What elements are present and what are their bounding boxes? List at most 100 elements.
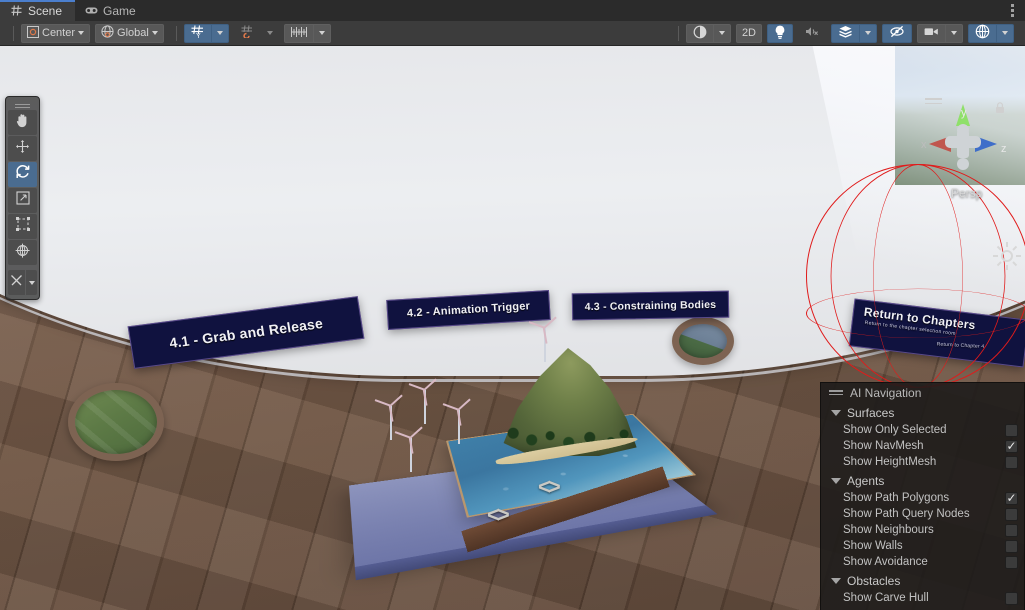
audio-mute-icon xyxy=(805,25,819,41)
grid-visibility-dropdown[interactable] xyxy=(211,23,229,43)
group-label: Obstacles xyxy=(847,574,901,588)
chevron-down-icon xyxy=(78,31,85,35)
hidden-objects-toggle[interactable] xyxy=(882,23,912,43)
triangle-down-icon xyxy=(831,478,841,484)
rotate-icon xyxy=(15,164,31,185)
ai-navigation-overlay[interactable]: AI Navigation Surfaces Show Only Selecte… xyxy=(820,382,1025,610)
ai-navigation-header[interactable]: AI Navigation xyxy=(821,383,1024,402)
item-label: Show Carve Hull xyxy=(843,592,929,604)
svg-text:x: x xyxy=(921,139,927,151)
checkbox[interactable] xyxy=(1005,539,1018,553)
projection-label[interactable]: Persp xyxy=(951,186,982,200)
eye-slash-icon xyxy=(889,25,905,41)
shading-sphere-icon xyxy=(693,25,707,42)
effects-dropdown[interactable] xyxy=(860,23,877,43)
triangle-down-icon xyxy=(831,410,841,416)
chevron-down-icon xyxy=(28,280,35,285)
toolbar-divider xyxy=(175,25,177,41)
item-label: Show Walls xyxy=(843,540,903,552)
padlock-icon[interactable] xyxy=(995,101,1005,119)
checkbox[interactable] xyxy=(1005,555,1018,569)
pivot-mode-button[interactable]: Center xyxy=(21,23,91,43)
item-show-neighbours[interactable]: Show Neighbours xyxy=(821,522,1024,538)
custom-tool[interactable] xyxy=(8,270,26,295)
scene-view-toolbar: Center Global Y 2D xyxy=(0,21,1025,46)
effects-group xyxy=(831,23,877,43)
checkbox[interactable] xyxy=(1005,455,1018,469)
grid-visibility-group: Y xyxy=(183,23,229,43)
rotate-tool[interactable] xyxy=(8,162,37,187)
draw-mode-button[interactable] xyxy=(685,23,714,43)
hand-tool[interactable] xyxy=(8,110,37,135)
wind-turbine xyxy=(409,437,414,472)
lightbulb-icon xyxy=(774,25,786,42)
gizmos-toggle[interactable] xyxy=(968,23,997,43)
snap-increment-dropdown[interactable] xyxy=(313,23,331,43)
drag-handle-icon[interactable] xyxy=(925,98,942,107)
checkbox[interactable] xyxy=(1005,507,1018,521)
sign-label: 4.2 - Animation Trigger xyxy=(406,300,531,320)
grid-visibility-toggle[interactable]: Y xyxy=(183,23,212,43)
rect-transform-icon xyxy=(15,217,30,236)
wind-turbine xyxy=(423,389,428,424)
grid-icon xyxy=(10,4,23,17)
transform-tool[interactable] xyxy=(8,240,37,265)
custom-tool-group xyxy=(8,270,37,295)
tab-game[interactable]: Game xyxy=(75,0,149,21)
group-label: Surfaces xyxy=(847,406,895,420)
grid-snapping-group xyxy=(234,24,279,43)
item-show-walls[interactable]: Show Walls xyxy=(821,538,1024,554)
ai-navigation-title: AI Navigation xyxy=(850,385,922,400)
pivot-rotation-button[interactable]: Global xyxy=(95,23,164,43)
item-show-navmesh[interactable]: Show NavMesh xyxy=(821,438,1024,454)
snap-increment-button[interactable] xyxy=(283,23,314,43)
custom-tool-dropdown[interactable] xyxy=(26,270,37,295)
gizmos-globe-icon xyxy=(975,24,990,42)
wind-turbine xyxy=(389,405,394,440)
item-show-only-selected[interactable]: Show Only Selected xyxy=(821,422,1024,438)
chevron-down-icon xyxy=(266,31,273,35)
scene-camera-group xyxy=(917,23,963,43)
checkbox[interactable] xyxy=(1005,523,1018,537)
scene-audio-toggle[interactable] xyxy=(798,24,826,43)
checkbox[interactable] xyxy=(1005,491,1018,505)
nav-arrow-marker: <> xyxy=(538,474,561,499)
group-obstacles[interactable]: Obstacles xyxy=(821,572,1024,590)
sign-label: 4.1 - Grab and Release xyxy=(168,314,324,351)
scene-lighting-toggle[interactable] xyxy=(767,23,793,43)
drag-handle[interactable] xyxy=(6,100,39,109)
move-tool[interactable] xyxy=(8,136,37,161)
view-2d-toggle[interactable]: 2D xyxy=(735,23,762,43)
item-show-carve-hull[interactable]: Show Carve Hull xyxy=(821,590,1024,606)
grid-snap-dropdown[interactable] xyxy=(262,24,279,43)
scene-fx-toggle[interactable] xyxy=(831,23,860,43)
draw-mode-dropdown[interactable] xyxy=(713,23,731,43)
item-show-avoidance[interactable]: Show Avoidance xyxy=(821,554,1024,570)
item-show-heightmesh[interactable]: Show HeightMesh xyxy=(821,454,1024,470)
chevron-down-icon xyxy=(318,31,325,35)
group-agents[interactable]: Agents xyxy=(821,472,1024,490)
scene-camera-button[interactable] xyxy=(917,23,946,43)
svg-text:y: y xyxy=(961,107,967,119)
group-surfaces[interactable]: Surfaces xyxy=(821,404,1024,422)
kebab-menu-icon[interactable] xyxy=(999,0,1025,21)
item-show-path-polygons[interactable]: Show Path Polygons xyxy=(821,490,1024,506)
scene-camera-dropdown[interactable] xyxy=(946,23,963,43)
scene-view-orientation-gizmo[interactable]: y x z Persp xyxy=(907,96,1019,216)
globe-icon xyxy=(101,25,114,41)
checkbox[interactable] xyxy=(1005,423,1018,437)
gizmos-dropdown[interactable] xyxy=(997,23,1014,43)
tab-scene[interactable]: Scene xyxy=(0,0,76,21)
sign-constraining-bodies: 4.3 - Constraining Bodies xyxy=(571,290,730,321)
item-show-path-query-nodes[interactable]: Show Path Query Nodes xyxy=(821,506,1024,522)
pivot-mode-label: Center xyxy=(42,27,76,39)
unity-scene-view-window: Scene Game Center Global Y 2D 4.1 - Grab… xyxy=(0,0,1025,610)
grid-snap-toggle[interactable] xyxy=(234,24,262,43)
drag-handle-icon[interactable] xyxy=(829,390,843,395)
scale-tool[interactable] xyxy=(8,188,37,213)
chevron-down-icon xyxy=(216,31,223,35)
rect-transform-tool[interactable] xyxy=(8,214,37,239)
checkbox[interactable] xyxy=(1005,591,1018,605)
sign-label: 4.3 - Constraining Bodies xyxy=(584,298,717,313)
checkbox[interactable] xyxy=(1005,439,1018,453)
